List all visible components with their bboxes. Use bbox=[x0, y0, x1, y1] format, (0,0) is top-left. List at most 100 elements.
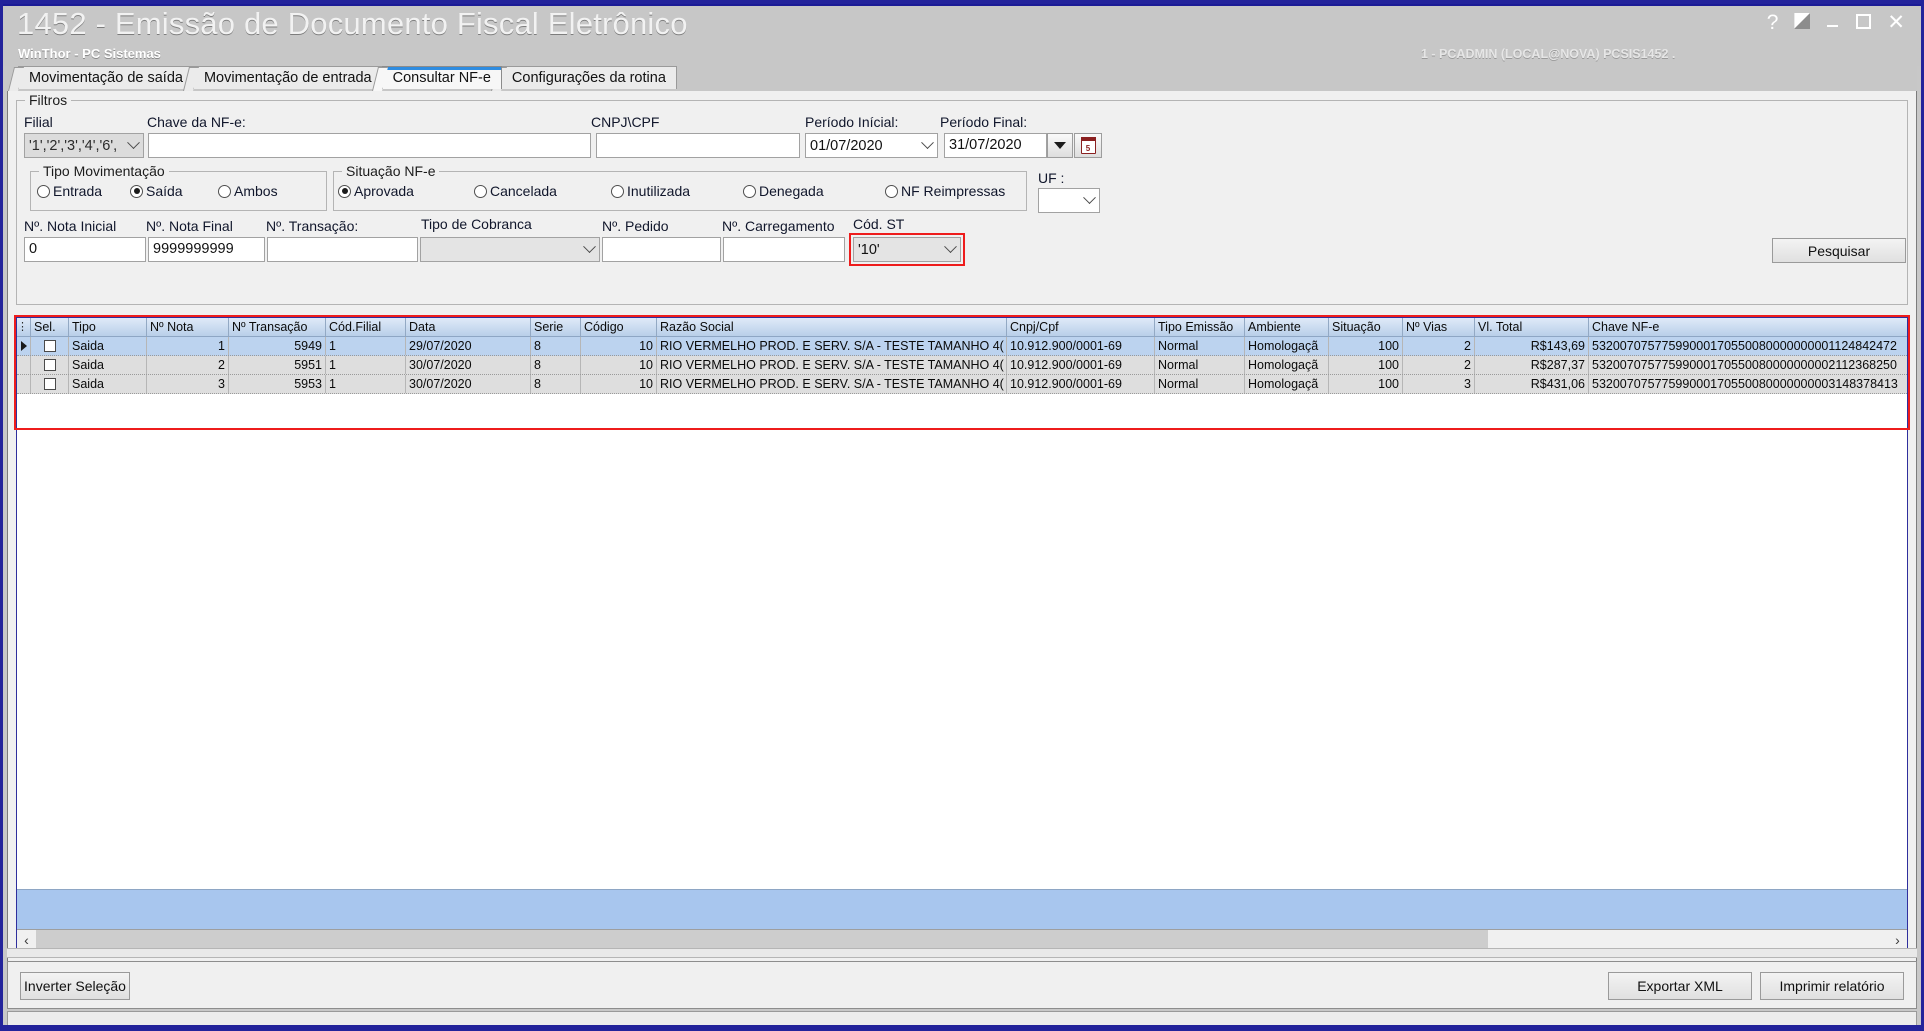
column-codigo[interactable]: Código bbox=[581, 318, 657, 336]
radio-nf-reimpressas[interactable]: NF Reimpressas bbox=[885, 183, 1005, 199]
column-cnpj-cpf[interactable]: Cnpj/Cpf bbox=[1007, 318, 1155, 336]
triangle-down-icon bbox=[1054, 142, 1066, 149]
radio-ambos[interactable]: Ambos bbox=[218, 183, 278, 199]
periodo-final-input[interactable]: 31/07/2020 bbox=[944, 133, 1047, 158]
cell-num-nota: 1 bbox=[147, 337, 229, 355]
inverter-selecao-label: Inverter Seleção bbox=[24, 978, 126, 994]
pesquisar-label: Pesquisar bbox=[1807, 242, 1871, 259]
tab-label: Configurações da rotina bbox=[511, 70, 666, 86]
periodo-final-value: 31/07/2020 bbox=[949, 137, 1022, 154]
cnpj-cpf-input[interactable] bbox=[596, 133, 800, 158]
cell-num-vias: 3 bbox=[1403, 375, 1475, 393]
tab-movimentacao-entrada[interactable]: Movimentação de entrada bbox=[192, 66, 383, 89]
close-icon[interactable]: ✕ bbox=[1887, 12, 1905, 33]
situacao-nfe-title: Situação NF-e bbox=[342, 163, 440, 179]
column-cod-filial[interactable]: Cód.Filial bbox=[326, 318, 406, 336]
radio-label: NF Reimpressas bbox=[901, 183, 1006, 199]
column-ambiente[interactable]: Ambiente bbox=[1245, 318, 1329, 336]
scrollbar-track[interactable] bbox=[36, 930, 1888, 950]
radio-dot-icon bbox=[37, 184, 50, 198]
column-num-transacao[interactable]: Nº Transação bbox=[229, 318, 326, 336]
cell-cod-filial: 1 bbox=[326, 337, 406, 355]
radio-cancelada[interactable]: Cancelada bbox=[474, 183, 557, 199]
column-tipo[interactable]: Tipo bbox=[69, 318, 147, 336]
column-chave-nfe[interactable]: Chave NF-e bbox=[1589, 318, 1907, 336]
inverter-selecao-button[interactable]: Inverter Seleção bbox=[20, 972, 130, 1000]
column-sel[interactable]: Sel. bbox=[31, 318, 69, 336]
tab-consultar-nfe[interactable]: Consultar NF-e bbox=[381, 66, 502, 89]
cell-serie: 8 bbox=[531, 337, 581, 355]
title-bar: 1452 - Emissão de Documento Fiscal Eletr… bbox=[3, 4, 1921, 66]
radio-inutilizada[interactable]: Inutilizada bbox=[611, 183, 690, 199]
tab-label: Movimentação de entrada bbox=[203, 70, 372, 86]
cell-codigo: 10 bbox=[581, 356, 657, 374]
pedido-input[interactable] bbox=[602, 237, 721, 262]
filial-label: Filial bbox=[24, 114, 53, 130]
row-select-checkbox[interactable] bbox=[31, 375, 69, 393]
maximize-icon[interactable] bbox=[1856, 12, 1872, 33]
cell-razao-social: RIO VERMELHO PROD. E SERV. S/A - TESTE T… bbox=[657, 356, 1007, 374]
scroll-right-icon[interactable]: › bbox=[1888, 930, 1907, 950]
tab-movimentacao-saida[interactable]: Movimentação de saída bbox=[18, 66, 194, 89]
transacao-input[interactable] bbox=[267, 237, 418, 262]
scrollbar-thumb[interactable] bbox=[36, 930, 1488, 950]
results-grid[interactable]: ⋮⋮ Sel. Tipo Nº Nota Nº Transação Cód.Fi… bbox=[16, 317, 1908, 951]
radio-dot-icon bbox=[743, 184, 756, 198]
column-tipo-emissao[interactable]: Tipo Emissão bbox=[1155, 318, 1245, 336]
table-row[interactable]: Saida 1 5949 1 29/07/2020 8 10 RIO VERME… bbox=[17, 337, 1907, 356]
row-select-checkbox[interactable] bbox=[31, 356, 69, 374]
grid-horizontal-scrollbar[interactable]: ‹ › bbox=[17, 929, 1907, 950]
row-indicator-icon bbox=[17, 356, 31, 374]
pesquisar-button[interactable]: Pesquisar bbox=[1772, 238, 1906, 263]
periodo-inicial-select[interactable]: 01/07/2020 bbox=[805, 133, 938, 158]
carregamento-input[interactable] bbox=[723, 237, 845, 262]
grid-summary-bar bbox=[17, 889, 1907, 929]
table-row[interactable]: Saida 3 5953 1 30/07/2020 8 10 RIO VERME… bbox=[17, 375, 1907, 394]
tab-configuracoes-rotina[interactable]: Configurações da rotina bbox=[500, 66, 677, 89]
table-row[interactable]: Saida 2 5951 1 30/07/2020 8 10 RIO VERME… bbox=[17, 356, 1907, 375]
minimize-icon[interactable] bbox=[1826, 12, 1840, 33]
cell-cod-filial: 1 bbox=[326, 356, 406, 374]
column-num-vias[interactable]: Nº Vias bbox=[1403, 318, 1475, 336]
uf-select[interactable] bbox=[1038, 188, 1100, 213]
radio-aprovada[interactable]: Aprovada bbox=[338, 183, 414, 199]
cod-st-select[interactable]: '10' bbox=[853, 237, 961, 262]
restore-icon[interactable] bbox=[1794, 12, 1811, 33]
radio-label: Aprovada bbox=[354, 183, 414, 199]
chevron-down-icon bbox=[579, 240, 599, 257]
radio-dot-icon bbox=[338, 184, 351, 198]
column-data[interactable]: Data bbox=[406, 318, 531, 336]
cell-tipo: Saida bbox=[69, 356, 147, 374]
nota-inicial-input[interactable]: 0 bbox=[24, 237, 146, 262]
column-serie[interactable]: Serie bbox=[531, 318, 581, 336]
radio-label: Saída bbox=[146, 183, 183, 199]
radio-denegada[interactable]: Denegada bbox=[743, 183, 824, 199]
client-area: Filtros Filial Chave da NF-e: CNPJ\CPF P… bbox=[7, 91, 1917, 991]
column-situacao[interactable]: Situação bbox=[1329, 318, 1403, 336]
exportar-xml-button[interactable]: Exportar XML bbox=[1608, 972, 1752, 1000]
nota-final-input[interactable]: 9999999999 bbox=[148, 237, 265, 262]
chave-nfe-input[interactable] bbox=[148, 133, 591, 158]
chave-label: Chave da NF-e: bbox=[147, 114, 246, 130]
periodo-final-dropdown-button[interactable] bbox=[1047, 133, 1073, 158]
cell-codigo: 10 bbox=[581, 337, 657, 355]
column-num-nota[interactable]: Nº Nota bbox=[147, 318, 229, 336]
column-razao-social[interactable]: Razão Social bbox=[657, 318, 1007, 336]
tipo-cobranca-select[interactable] bbox=[420, 237, 600, 262]
cnpj-label: CNPJ\CPF bbox=[591, 114, 660, 130]
chevron-down-icon bbox=[123, 136, 143, 153]
scroll-left-icon[interactable]: ‹ bbox=[17, 930, 36, 950]
imprimir-relatorio-button[interactable]: Imprimir relatório bbox=[1760, 972, 1904, 1000]
help-icon[interactable]: ? bbox=[1767, 12, 1779, 33]
calendar-button[interactable]: 5 bbox=[1074, 133, 1102, 158]
radio-entrada[interactable]: Entrada bbox=[37, 183, 102, 199]
column-vl-total[interactable]: Vl. Total bbox=[1475, 318, 1589, 336]
row-select-checkbox[interactable] bbox=[31, 337, 69, 355]
radio-saida[interactable]: Saída bbox=[130, 183, 183, 199]
filial-select[interactable]: '1','2','3','4','6', bbox=[24, 133, 144, 158]
cell-chave-nfe: 5320070757759900017055008000000000112484… bbox=[1589, 337, 1907, 355]
cell-codigo: 10 bbox=[581, 375, 657, 393]
bottom-toolbar: Inverter Seleção Exportar XML Imprimir r… bbox=[7, 961, 1917, 1009]
nota-inicial-value: 0 bbox=[29, 241, 38, 258]
cell-ambiente: Homologaçã bbox=[1245, 337, 1329, 355]
